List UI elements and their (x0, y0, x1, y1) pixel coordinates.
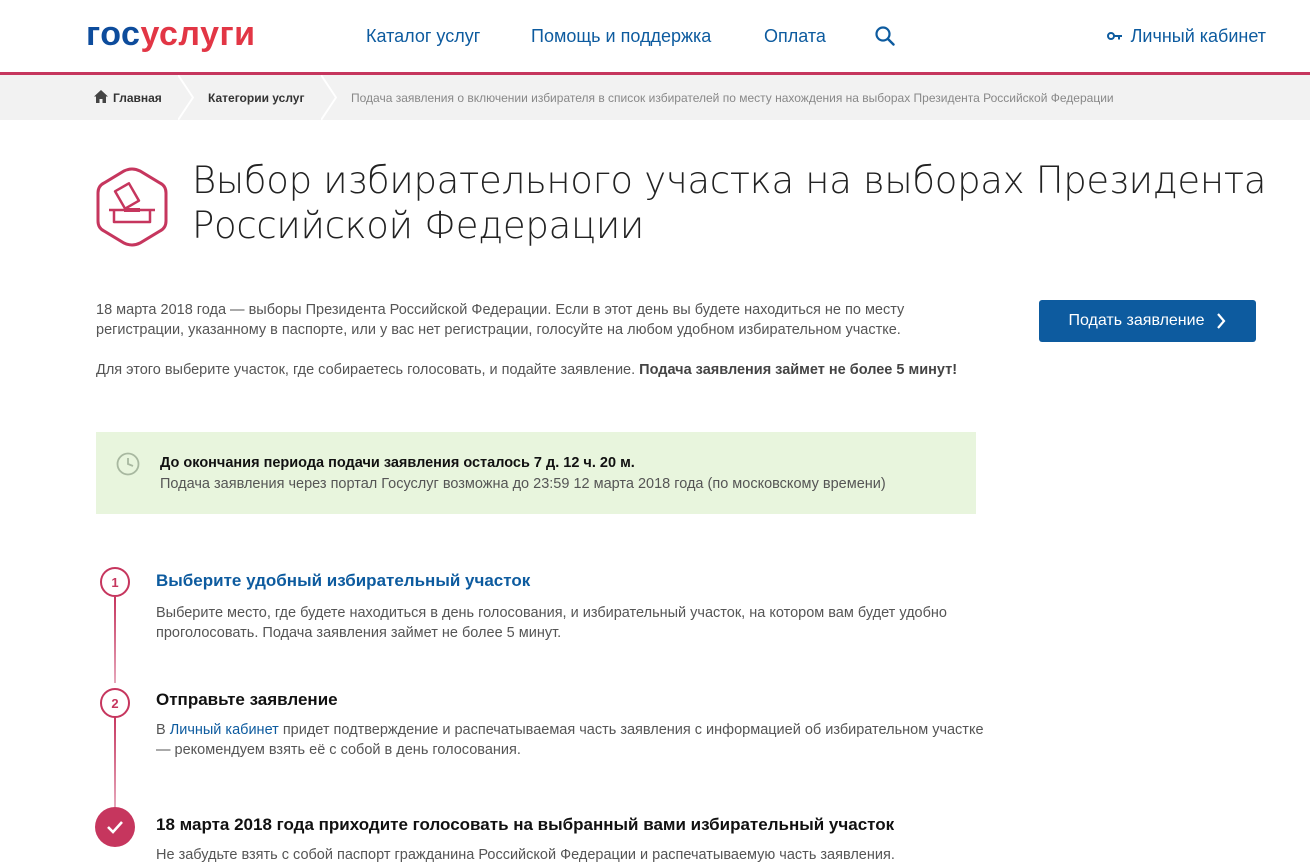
home-icon (94, 90, 108, 103)
step-3-check (95, 807, 135, 847)
ballot-box-icon (96, 167, 168, 247)
page-title: Выбор избирательного участка на выборах … (192, 159, 1267, 247)
step-2-text-after: придет подтверждение и распечатываемая ч… (156, 722, 984, 758)
step-2-title: Отправьте заявление (156, 690, 338, 709)
step-3-title: 18 марта 2018 года приходите голосовать … (156, 815, 895, 834)
breadcrumb-categories[interactable]: Категории услуг (208, 90, 304, 106)
intro-instruction-text: Для этого выберите участок, где собирает… (96, 362, 636, 378)
clock-icon (116, 452, 140, 476)
logo-part-gos: гос (86, 15, 141, 53)
key-icon (1106, 32, 1122, 40)
intro-instruction: Для этого выберите участок, где собирает… (96, 360, 966, 380)
step-1-title[interactable]: Выберите удобный избирательный участок (156, 570, 530, 592)
nav-payment[interactable]: Оплата (764, 25, 826, 47)
breadcrumb-current: Подача заявления о включении избирателя … (351, 91, 1114, 105)
step-connector (114, 715, 116, 807)
apply-button-label: Подать заявление (1068, 312, 1205, 329)
site-header: госуслуги Каталог услуг Помощь и поддерж… (0, 0, 1310, 72)
search-icon[interactable] (874, 25, 896, 47)
deadline-text: Подача заявления через портал Госуслуг в… (160, 476, 886, 492)
personal-cabinet-inline-link[interactable]: Личный кабинет (170, 722, 279, 738)
step-2-text: В Личный кабинет придет подтверждение и … (156, 720, 986, 760)
nav-help[interactable]: Помощь и поддержка (531, 25, 711, 47)
breadcrumb: Главная Категории услуг Подача заявления… (0, 75, 1310, 120)
personal-cabinet-link[interactable]: Личный кабинет (1106, 25, 1266, 47)
apply-button[interactable]: Подать заявление (1039, 300, 1256, 342)
deadline-notice: До окончания периода подачи заявления ос… (96, 432, 976, 514)
step-1-text: Выберите место, где будете находиться в … (156, 605, 948, 641)
intro-paragraph: 18 марта 2018 года — выборы Президента Р… (96, 302, 905, 338)
step-2-text-before: В (156, 722, 166, 738)
gosuslugi-logo[interactable]: госуслуги (86, 14, 256, 54)
cabinet-label: Личный кабинет (1130, 26, 1266, 46)
step-connector (114, 597, 116, 683)
step-2-number: 2 (100, 688, 130, 718)
chevron-right-icon (1217, 313, 1226, 329)
step-3-text: Не забудьте взять с собой паспорт гражда… (156, 847, 895, 863)
breadcrumb-separator-icon (178, 75, 194, 120)
checkmark-icon (107, 821, 123, 834)
nav-catalog[interactable]: Каталог услуг (366, 25, 480, 47)
breadcrumb-separator-icon (321, 75, 337, 120)
breadcrumb-home[interactable]: Главная (113, 90, 162, 106)
logo-part-uslugi: услуги (140, 15, 256, 53)
intro-instruction-bold: Подача заявления займет не более 5 минут… (639, 362, 958, 378)
deadline-countdown: До окончания периода подачи заявления ос… (160, 455, 635, 471)
step-1-number: 1 (100, 567, 130, 597)
